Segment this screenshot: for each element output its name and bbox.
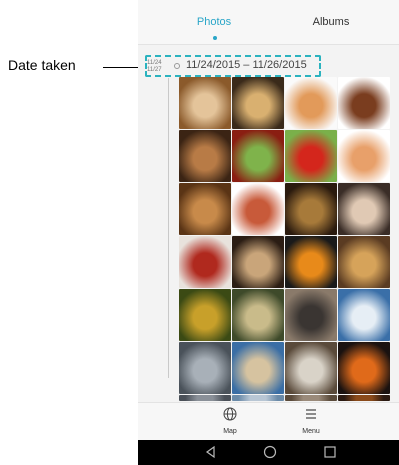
photo-thumbnail-cookies-dark[interactable] <box>232 236 284 288</box>
back-icon[interactable] <box>204 445 218 459</box>
callout-label: Date taken <box>8 57 76 73</box>
photo-thumbnail-pastries-tray[interactable] <box>232 77 284 129</box>
photo-thumbnail-orange-slices[interactable] <box>285 236 337 288</box>
tab-bar: Photos Albums <box>138 0 399 45</box>
photo-thumbnail-tart[interactable] <box>338 77 390 129</box>
photo-thumbnail-salad-plate[interactable] <box>232 183 284 235</box>
tab-albums[interactable]: Albums <box>266 16 396 28</box>
photo-thumbnail-dessert-dark[interactable] <box>285 183 337 235</box>
photo-thumbnail-donuts-dark[interactable] <box>338 183 390 235</box>
menu-icon <box>306 409 316 419</box>
system-nav-bar <box>138 440 399 465</box>
menu-label: Menu <box>302 428 320 435</box>
photo-thumbnail-partial-2[interactable] <box>232 395 284 401</box>
menu-button[interactable]: Menu <box>281 407 341 435</box>
photo-thumbnail-tea-set[interactable] <box>232 289 284 341</box>
photo-thumbnail-seaside[interactable] <box>232 342 284 394</box>
home-icon[interactable] <box>263 445 277 459</box>
photo-thumbnail-cookies[interactable] <box>179 130 231 182</box>
photo-thumbnail-donut-single[interactable] <box>338 130 390 182</box>
photo-thumbnail-partial-1[interactable] <box>179 395 231 401</box>
photo-thumbnail-bbq-skewers[interactable] <box>179 236 231 288</box>
photo-thumbnail-partial-3[interactable] <box>285 395 337 401</box>
photo-thumbnail-grey-sky[interactable] <box>179 342 231 394</box>
bottom-toolbar: Map Menu <box>138 402 399 441</box>
recents-icon[interactable] <box>323 445 337 459</box>
photo-thumbnail-croissants[interactable] <box>338 236 390 288</box>
map-label: Map <box>223 428 237 435</box>
photo-thumbnail-soup-bowl[interactable] <box>179 289 231 341</box>
photo-thumbnail-portrait[interactable] <box>285 289 337 341</box>
tab-photos[interactable]: Photos <box>149 16 279 28</box>
photo-grid <box>179 77 393 402</box>
photo-thumbnail-donuts[interactable] <box>285 77 337 129</box>
timeline-line <box>168 78 169 378</box>
photo-thumbnail-beach-chair[interactable] <box>338 289 390 341</box>
date-taken-highlight <box>145 55 321 77</box>
globe-icon <box>223 407 237 421</box>
photo-thumbnail-pepper-salad[interactable] <box>232 130 284 182</box>
photo-thumbnail-partial-4[interactable] <box>338 395 390 401</box>
photo-thumbnail-collage[interactable] <box>179 77 231 129</box>
photo-thumbnail-strawberries[interactable] <box>285 130 337 182</box>
photo-thumbnail-bread[interactable] <box>179 183 231 235</box>
photo-thumbnail-bicycle[interactable] <box>285 342 337 394</box>
map-button[interactable]: Map <box>200 407 260 435</box>
active-tab-indicator <box>213 36 217 40</box>
photo-thumbnail-pumpkins[interactable] <box>338 342 390 394</box>
